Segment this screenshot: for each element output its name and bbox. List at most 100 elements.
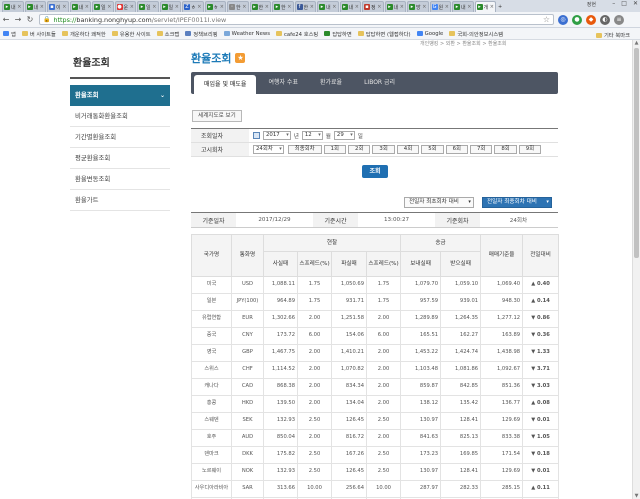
tab-close-icon[interactable]: × [445, 4, 450, 10]
browser-tab[interactable]: ▸ 일 × [137, 1, 159, 12]
browser-tab[interactable]: f 한 × [294, 1, 316, 12]
browser-tab[interactable]: ▸ ㅎ × [204, 1, 226, 12]
main-tab[interactable]: 매입율 및 매도율 [194, 75, 257, 94]
browser-tab[interactable]: ▸ 내 × [452, 1, 474, 12]
round-select[interactable]: 24회차 [253, 145, 284, 154]
calendar-icon[interactable] [253, 132, 260, 139]
bookmark-item[interactable]: 답답하면 [324, 30, 352, 38]
bookmark-star-icon[interactable]: ☆ [543, 15, 550, 24]
bookmark-item[interactable]: Weather News [223, 31, 270, 37]
sidebar-item[interactable]: 비거래통화환율조회 [70, 106, 170, 127]
month-select[interactable]: 12 [301, 131, 323, 140]
browser-tab[interactable]: ▸ 내 × [69, 1, 91, 12]
tab-close-icon[interactable]: × [377, 4, 382, 10]
bookmark-item[interactable]: 유용한 사이트 [111, 30, 151, 38]
browser-tab[interactable]: ▸ 내 × [339, 1, 361, 12]
browser-tab[interactable]: ▪ 정 × [362, 1, 384, 12]
forward-icon[interactable]: → [12, 15, 24, 24]
bookmark-item[interactable]: 소크랩 [156, 30, 179, 38]
compare-prev-first-select[interactable]: 전일자 최초회차 대비 ▾ [404, 197, 474, 208]
sidebar-item[interactable]: 환율조회 ⌄ [70, 85, 170, 106]
tab-close-icon[interactable]: × [287, 4, 292, 10]
maximize-icon[interactable]: □ [621, 0, 627, 7]
bookmark-item[interactable]: cafe24 호스팅 [275, 30, 318, 38]
round-button[interactable]: 2회 [348, 145, 371, 154]
extension-icon[interactable]: ◎ [558, 14, 568, 25]
browser-tab[interactable]: ▸ 개 × [474, 1, 496, 12]
main-tab[interactable]: LIBOR 금리 [354, 75, 405, 91]
tab-close-icon[interactable]: × [265, 4, 270, 10]
tab-close-icon[interactable]: × [175, 4, 180, 10]
tab-close-icon[interactable]: × [400, 4, 405, 10]
compare-prev-last-select[interactable]: 전일자 최종회차 대비 ▾ [482, 197, 552, 208]
tab-close-icon[interactable]: × [152, 4, 157, 10]
scrollbar-thumb[interactable] [634, 48, 639, 258]
round-button[interactable]: 1회 [323, 145, 347, 154]
tab-close-icon[interactable]: × [17, 4, 22, 10]
reload-icon[interactable]: ↻ [24, 15, 36, 24]
browser-tab[interactable]: ▸ 내 × [317, 1, 339, 12]
tab-close-icon[interactable]: × [310, 4, 315, 10]
day-select[interactable]: 29 [333, 131, 355, 140]
tab-close-icon[interactable]: × [332, 4, 337, 10]
tab-close-icon[interactable]: × [107, 4, 112, 10]
extension-icon[interactable]: ◆ [586, 14, 596, 25]
menu-icon[interactable]: ≡ [614, 14, 624, 25]
browser-tab[interactable]: ● 운 × [114, 1, 136, 12]
bookmark-item[interactable]: 국회-의안정보시스템 [449, 30, 503, 38]
browser-tab[interactable]: Z ㅎ × [182, 1, 204, 12]
round-button[interactable]: 최종회차 [287, 145, 322, 154]
round-button[interactable]: 5회 [421, 145, 444, 154]
query-button[interactable]: 조회 [362, 165, 388, 178]
vertical-scrollbar[interactable]: ▲ ▼ [632, 40, 640, 499]
extension-icon[interactable]: ● [572, 14, 582, 25]
browser-tab[interactable]: ▪ 이 × [47, 1, 69, 12]
scroll-up-icon[interactable]: ▲ [633, 40, 640, 46]
main-tab[interactable]: 여행자 수표 [258, 75, 308, 91]
back-icon[interactable]: ← [0, 15, 12, 24]
bookmark-item[interactable]: 버 사이트들 [21, 30, 56, 38]
browser-tab[interactable]: ▸ 내 × [384, 1, 406, 12]
tab-close-icon[interactable]: × [242, 4, 247, 10]
bookmark-item[interactable]: Google [416, 31, 443, 37]
round-button[interactable]: 6회 [445, 145, 468, 154]
browser-tab[interactable]: ▸ 방 × [407, 1, 429, 12]
tab-close-icon[interactable]: × [85, 4, 90, 10]
round-button[interactable]: 3회 [372, 145, 395, 154]
tab-close-icon[interactable]: × [40, 4, 45, 10]
tab-close-icon[interactable]: × [422, 4, 427, 10]
main-tab[interactable]: 환가료율 [310, 75, 352, 91]
bookmark-item[interactable]: 앱 [3, 30, 16, 38]
new-tab-button[interactable]: + [497, 1, 507, 12]
tab-close-icon[interactable]: × [220, 4, 225, 10]
extension-icon[interactable]: ◐ [600, 14, 610, 25]
round-button[interactable]: 4회 [396, 145, 420, 154]
browser-tab[interactable]: ▸ 내 × [24, 1, 46, 12]
browser-tab[interactable]: ▸ 한 × [272, 1, 294, 12]
tab-close-icon[interactable]: × [467, 4, 472, 10]
other-bookmarks[interactable]: 기타 북마크 [595, 31, 630, 39]
bookmark-item[interactable]: 정책브리핑 [185, 30, 218, 38]
sidebar-item[interactable]: 평균환율조회 [70, 148, 170, 169]
round-button[interactable]: 9회 [518, 145, 542, 154]
year-select[interactable]: 2017 [263, 131, 291, 140]
round-button[interactable]: 8회 [494, 145, 517, 154]
tab-close-icon[interactable]: × [62, 4, 67, 10]
tab-close-icon[interactable]: × [490, 4, 495, 10]
profile-name[interactable]: 정현 [587, 1, 596, 8]
sidebar-item[interactable]: 환율변동조회 [70, 169, 170, 190]
browser-tab[interactable]: ▸ 일 × [92, 1, 114, 12]
world-map-button[interactable]: 세계지도로 보기 [192, 110, 242, 122]
tab-close-icon[interactable]: × [355, 4, 360, 10]
favorite-star-icon[interactable]: ★ [235, 53, 246, 63]
bookmark-item[interactable]: 개운하다 쾌적한 [61, 30, 106, 38]
browser-tab[interactable]: ▸ 한 × [249, 1, 271, 12]
close-icon[interactable]: ✕ [633, 0, 638, 7]
tab-close-icon[interactable]: × [130, 4, 135, 10]
round-button[interactable]: 7회 [469, 145, 493, 154]
sidebar-item[interactable]: 기간별환율조회 [70, 127, 170, 148]
tab-close-icon[interactable]: × [197, 4, 202, 10]
sidebar-item[interactable]: 환율가트 [70, 190, 170, 211]
address-bar[interactable]: 🔒 https://banking.nonghyup.com/servlet/I… [39, 14, 554, 25]
browser-tab[interactable]: ◦ 한 × [227, 1, 249, 12]
